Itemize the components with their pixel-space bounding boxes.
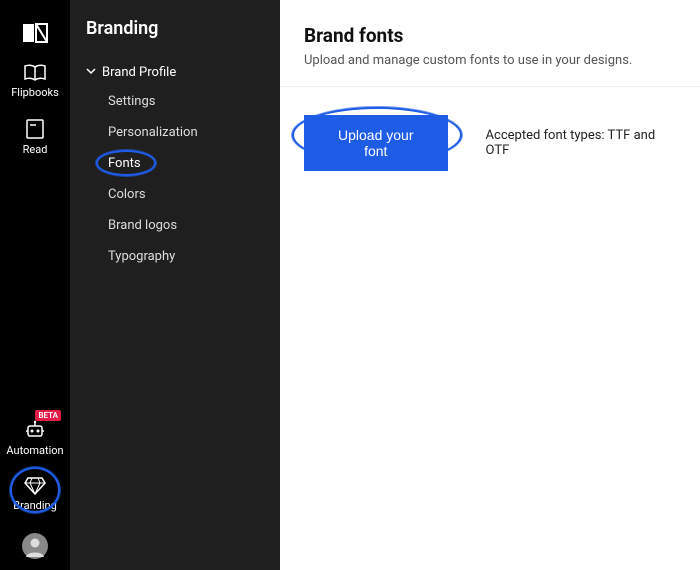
tree-item-typography[interactable]: Typography [86,241,264,272]
secondary-nav-panel: Branding Brand Profile Settings Personal… [70,0,280,570]
tree-item-label: Typography [108,249,175,264]
chevron-down-icon [86,65,96,80]
nav-rail: Flipbooks Read BETA Automation [0,0,70,570]
nav-label: Automation [6,444,63,457]
main-content: Brand fonts Upload and manage custom fon… [280,0,700,570]
tree-item-label: Personalization [108,125,198,140]
tree-item-label: Brand logos [108,218,177,233]
logo-icon [22,22,48,44]
tree-item-personalization[interactable]: Personalization [86,117,264,148]
user-avatar-icon [21,532,49,560]
tree-parent-brand-profile[interactable]: Brand Profile [86,59,264,86]
divider [280,86,700,87]
nav-item-flipbooks[interactable]: Flipbooks [5,54,65,109]
nav-item-read[interactable]: Read [5,109,65,166]
nav-item-branding[interactable]: Branding [5,467,65,522]
nav-label: Read [23,143,48,156]
tree-item-brand-logos[interactable]: Brand logos [86,210,264,241]
tree-item-settings[interactable]: Settings [86,86,264,117]
nav-item-account[interactable] [5,522,65,570]
page-title: Brand fonts [304,24,676,47]
tree-item-label: Colors [108,187,146,202]
open-book-icon [23,64,47,82]
robot-icon [24,420,46,440]
upload-font-button[interactable]: Upload your font [304,115,448,171]
nav-label: Flipbooks [11,86,59,99]
tree-item-colors[interactable]: Colors [86,179,264,210]
beta-badge: BETA [35,410,61,421]
tree-item-label: Settings [108,94,155,109]
app-logo[interactable] [5,12,65,54]
diamond-icon [24,477,46,495]
tree-item-fonts[interactable]: Fonts [86,148,264,179]
page-subtitle: Upload and manage custom fonts to use in… [304,53,676,68]
tree-parent-label: Brand Profile [102,65,176,80]
nav-item-automation[interactable]: BETA Automation [5,410,65,467]
page-icon [26,119,44,139]
accepted-types-text: Accepted font types: TTF and OTF [486,128,676,158]
nav-label: Branding [13,499,57,512]
panel-title: Branding [86,18,264,39]
tree-item-label: Fonts [108,156,141,171]
upload-row: Upload your font Accepted font types: TT… [304,115,676,171]
